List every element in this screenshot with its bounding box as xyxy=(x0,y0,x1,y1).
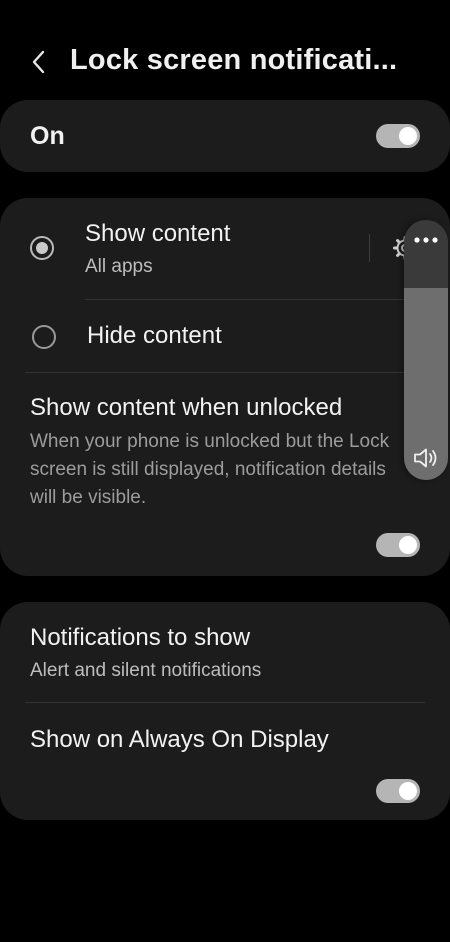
show-content-subtitle: All apps xyxy=(85,256,153,277)
chevron-left-icon xyxy=(32,50,45,74)
app-bar: Lock screen notificati... xyxy=(0,32,450,92)
divider xyxy=(25,702,425,703)
toggle-knob xyxy=(399,127,417,145)
show-when-unlocked-title: Show content when unlocked xyxy=(30,394,343,421)
show-when-unlocked-description: When your phone is unlocked but the Lock… xyxy=(30,431,390,508)
always-on-display-title: Show on Always On Display xyxy=(30,726,329,753)
show-when-unlocked-toggle[interactable] xyxy=(376,533,420,557)
show-content-radio[interactable] xyxy=(30,236,54,260)
show-content-title: Show content xyxy=(85,220,231,247)
page-title: Lock screen notificati... xyxy=(70,44,398,76)
master-switch-card[interactable]: On xyxy=(0,100,450,172)
hide-content-radio[interactable] xyxy=(32,325,56,349)
master-switch-label: On xyxy=(30,122,65,150)
vertical-separator xyxy=(369,234,370,262)
notifications-to-show-title: Notifications to show xyxy=(30,624,251,651)
volume-menu-button[interactable] xyxy=(404,220,448,266)
master-toggle[interactable] xyxy=(376,124,420,148)
always-on-display-toggle[interactable] xyxy=(376,779,420,803)
volume-panel xyxy=(404,220,448,480)
hide-content-title: Hide content xyxy=(87,322,222,349)
notifications-card: Notifications to show Alert and silent n… xyxy=(0,602,450,820)
toggle-knob xyxy=(399,536,417,554)
divider xyxy=(25,372,425,373)
content-options-card: Show content All apps Hide content Show … xyxy=(0,198,450,576)
divider xyxy=(85,299,425,300)
more-options-icon xyxy=(414,237,438,243)
screen: Lock screen notificati... On Show conten… xyxy=(0,0,450,942)
notifications-to-show-subtitle: Alert and silent notifications xyxy=(30,660,262,681)
toggle-knob xyxy=(399,782,417,800)
back-button[interactable] xyxy=(26,46,52,78)
speaker-icon[interactable] xyxy=(412,446,440,470)
